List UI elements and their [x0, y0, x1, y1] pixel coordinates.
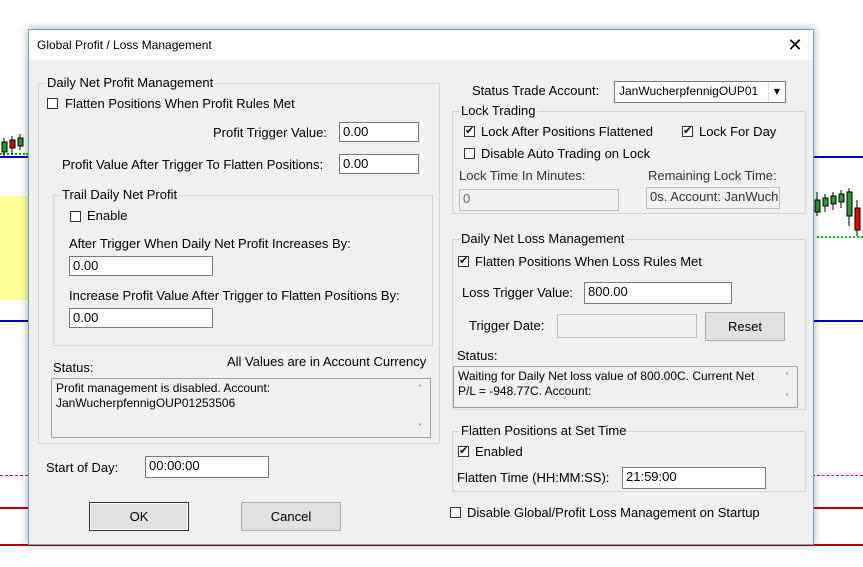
currency-note: All Values are in Account Currency: [227, 354, 427, 369]
lock-day-label: Lock For Day: [699, 124, 777, 139]
reset-button[interactable]: Reset: [705, 312, 785, 341]
flatten-time-enabled-checkbox[interactable]: [458, 444, 469, 457]
chevron-down-icon[interactable]: ▼: [768, 82, 785, 102]
loss-status-text: Waiting for Daily Net loss value of 800.…: [458, 369, 755, 398]
disable-global-label: Disable Global/Profit Loss Management on…: [467, 505, 760, 520]
profit-status-box: Profit management is disabled. Account: …: [51, 378, 431, 438]
scroll-up-icon[interactable]: ˄: [785, 369, 789, 384]
trail-increase-input[interactable]: 0.00: [69, 256, 213, 276]
status-account-select[interactable]: JanWucherpfennigOUP01 ▼: [614, 81, 786, 103]
magenta-dashed-line: [0, 475, 28, 476]
trigger-date-label: Trigger Date:: [469, 318, 545, 333]
flatten-profit-checkbox[interactable]: [47, 98, 58, 109]
flatten-profit-label: Flatten Positions When Profit Rules Met: [65, 96, 295, 111]
flatten-time-enabled-label: Enabled: [475, 444, 523, 459]
profit-after-label: Profit Value After Trigger To Flatten Po…: [62, 157, 324, 172]
lock-after-checkbox[interactable]: [464, 124, 475, 137]
blue-level-line: [0, 320, 28, 322]
trail-profit-legend: Trail Daily Net Profit: [62, 187, 178, 202]
close-icon[interactable]: ✕: [783, 33, 807, 57]
loss-trigger-label: Loss Trigger Value:: [462, 285, 574, 300]
profit-trigger-input[interactable]: 0.00: [339, 122, 419, 142]
remaining-lock-value: 0s. Account: JanWuch: [646, 187, 780, 209]
profit-after-input[interactable]: 0.00: [339, 154, 419, 174]
loss-status-label: Status:: [457, 348, 498, 363]
magenta-dashed-line: [812, 475, 863, 476]
trail-flatten-input[interactable]: 0.00: [69, 308, 213, 328]
lock-time-label: Lock Time In Minutes:: [459, 168, 586, 183]
disable-auto-label: Disable Auto Trading on Lock: [481, 146, 651, 161]
disable-global-checkbox[interactable]: [450, 507, 461, 518]
profit-status-label: Status:: [53, 360, 94, 375]
profit-management-legend: Daily Net Profit Management: [47, 75, 214, 90]
lock-after-label: Lock After Positions Flattened: [481, 124, 653, 139]
trail-increase-label: After Trigger When Daily Net Profit Incr…: [69, 236, 351, 251]
profit-status-text: Profit management is disabled. Account: …: [56, 381, 271, 410]
loss-status-box: Waiting for Daily Net loss value of 800.…: [453, 366, 798, 408]
ok-button[interactable]: OK: [89, 502, 189, 531]
blue-level-line: [812, 320, 863, 322]
title-bar: Global Profit / Loss Management ✕: [29, 30, 813, 60]
status-account-value: JanWucherpfennigOUP01: [619, 84, 759, 98]
start-of-day-label: Start of Day:: [46, 460, 119, 475]
cancel-button[interactable]: Cancel: [241, 502, 341, 531]
scroll-up-icon[interactable]: ˄: [418, 381, 422, 396]
blue-level-line: [812, 156, 863, 158]
trigger-date-input[interactable]: [557, 314, 697, 338]
profit-loss-dialog: Global Profit / Loss Management ✕ Daily …: [28, 29, 814, 545]
status-account-label: Status Trade Account:: [472, 83, 600, 98]
lock-day-checkbox[interactable]: [682, 124, 693, 137]
flatten-loss-checkbox[interactable]: [458, 254, 469, 267]
flatten-time-legend: Flatten Positions at Set Time: [461, 423, 627, 438]
loss-management-legend: Daily Net Loss Management: [461, 231, 625, 246]
scroll-down-icon[interactable]: ˅: [418, 420, 422, 435]
profit-status-scrollbar[interactable]: ˄ ˅: [415, 379, 430, 437]
trail-flatten-label: Increase Profit Value After Trigger to F…: [69, 288, 400, 303]
lock-trading-legend: Lock Trading: [461, 103, 536, 118]
trail-enable-label: Enable: [87, 208, 128, 223]
profit-trigger-label: Profit Trigger Value:: [213, 125, 327, 140]
flatten-loss-label: Flatten Positions When Loss Rules Met: [475, 254, 702, 269]
loss-trigger-input[interactable]: 800.00: [584, 282, 732, 304]
start-of-day-input[interactable]: 00:00:00: [145, 456, 269, 478]
loss-status-scrollbar[interactable]: ˄ ˅: [782, 367, 797, 407]
candlesticks-left: [1, 134, 24, 156]
remaining-lock-label: Remaining Lock Time:: [648, 168, 777, 183]
dialog-title: Global Profit / Loss Management: [37, 38, 212, 52]
flatten-time-input[interactable]: 21:59:00: [622, 467, 766, 489]
disable-auto-checkbox[interactable]: [464, 148, 475, 159]
candlesticks-right: [814, 188, 861, 236]
trail-enable-checkbox[interactable]: [70, 211, 81, 222]
yellow-band: [0, 196, 28, 300]
flatten-time-label: Flatten Time (HH:MM:SS):: [457, 470, 610, 485]
lock-time-input[interactable]: 0: [459, 189, 619, 211]
scroll-down-icon[interactable]: ˅: [785, 390, 789, 405]
